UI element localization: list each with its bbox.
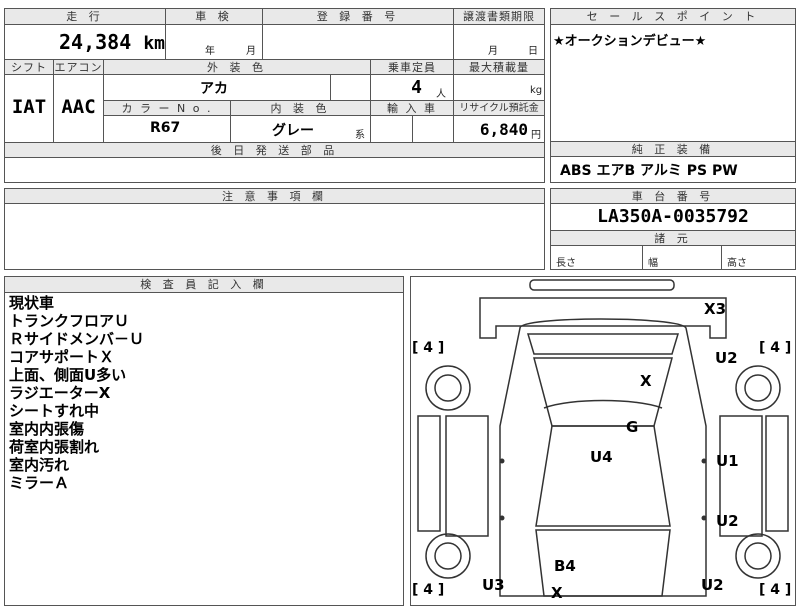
inspector-note: ミラーＡ [9,474,70,492]
car-diagram [417,279,789,597]
recycle-unit: 円 [531,130,541,141]
wheel-front-right [735,365,781,411]
inspection-year: 年 [205,46,215,57]
handle-dot [499,458,505,464]
inspector-note: 現状車 [9,294,55,312]
damage-mark: B4 [554,557,576,575]
inspector-header: 検 査 員 記 入 欄 [5,277,403,292]
handle-dot [499,515,505,521]
handle-dot [701,458,707,464]
damage-mark: U2 [715,349,738,367]
damage-mark: U2 [701,576,724,594]
damage-mark: X [640,372,652,390]
inspector-note: 上面、側面U多い [9,366,127,384]
equipment-header: 純 正 装 備 [551,142,795,156]
inspector-note: シートすれ中 [9,402,100,420]
exterior-color-value: アカ [200,81,228,97]
interior-suffix: 系 [355,130,365,141]
mileage-header: 走 行 [5,9,165,24]
width-label: 幅 [648,258,658,269]
capacity-header: 乗車定員 [371,60,453,74]
wheel-front-right-inner [744,374,772,402]
interior-color-value: グレー [272,123,314,139]
inspector-note: 室内内張傷 [9,420,85,438]
damage-mark: U1 [716,452,739,470]
shift-header: シフト [5,60,53,74]
handle-dot [701,515,707,521]
sales-point-box [550,8,796,142]
tire-mark-front-left: [ 4 ] [412,340,445,356]
tire-mark-rear-right: [ 4 ] [759,582,792,598]
tire-mark-front-right: [ 4 ] [759,340,792,356]
inspector-note: コアサポートＸ [9,348,115,366]
damage-mark: X3 [704,300,727,318]
aircon-value: AAC [61,96,96,118]
left-door-strip [417,415,441,532]
transfer-docs-header: 譲渡書類期限 [454,9,544,24]
chassis-header: 車 台 番 号 [551,189,795,203]
shift-value: IAT [11,96,47,118]
inspector-note: 荷室内張割れ [9,438,100,456]
damage-mark: U4 [590,448,613,466]
inspector-notes-list: 現状車 トランクフロアＵ Ｒサイドメンバ－Ｕ コアサポートＸ 上面、側面U多い … [9,294,144,492]
windshield-shape [533,357,673,427]
recycle-fee-value: 6,840 [479,120,528,139]
inspector-note: Ｒサイドメンバ－Ｕ [9,330,145,348]
inspection-month: 月 [246,46,256,57]
left-panel-shape [445,415,489,537]
sales-point-header: セ ー ル ス ポ イ ン ト [551,9,795,24]
chassis-number: LA350A-0035792 [597,206,749,227]
mileage-value: 24,384 km [59,30,165,54]
length-label: 長さ [556,258,576,269]
cabin-shape [535,425,671,527]
registration-header: 登 録 番 号 [263,9,453,24]
inspector-note: ラジエーターX [9,384,111,402]
damage-mark: X [551,584,563,602]
equipment-value: ABS エアB アルミ PS PW [560,163,738,179]
max-load-unit: kg [530,85,543,96]
sales-point-text: ★オークションデビュー★ [553,34,707,49]
tire-mark-rear-left: [ 4 ] [412,582,445,598]
specs-header: 諸 元 [551,231,795,245]
right-door-strip [765,415,789,532]
notes-header: 注 意 事 項 欄 [5,189,544,203]
damage-mark: U2 [716,512,739,530]
wheel-rear-right-inner [744,542,772,570]
import-header: 輸 入 車 [371,101,453,115]
wheel-rear-right [735,533,781,579]
wheel-rear-left-inner [434,542,462,570]
color-no-header: カ ラ ー N o . [104,101,230,115]
later-parts-header: 後 日 発 送 部 品 [5,143,544,157]
damage-mark: G [626,418,639,436]
wheel-front-left-inner [434,374,462,402]
capacity-value: 4 [411,77,422,98]
max-load-header: 最大積載量 [454,60,544,74]
inspector-note: 室内汚れ [9,456,70,474]
transfer-month: 月 [488,46,498,57]
bumper-outline [479,297,727,339]
hood-shape [526,333,680,355]
exterior-color-header: 外 装 色 [104,60,370,74]
front-bumper-shape [529,279,675,291]
recycle-header: リサイクル預託金 [454,101,544,115]
interior-color-header: 内 装 色 [231,101,370,115]
damage-mark: U3 [482,576,505,594]
aircon-header: エアコン [54,60,103,74]
color-no-value: R67 [150,120,181,136]
inspector-note: トランクフロアＵ [9,312,130,330]
wheel-rear-left [425,533,471,579]
inspection-header: 車 検 [166,9,262,24]
wheel-front-left [425,365,471,411]
capacity-unit: 人 [436,89,446,100]
height-label: 高さ [727,258,747,269]
transfer-day: 日 [528,46,538,57]
roof-line [543,399,663,409]
